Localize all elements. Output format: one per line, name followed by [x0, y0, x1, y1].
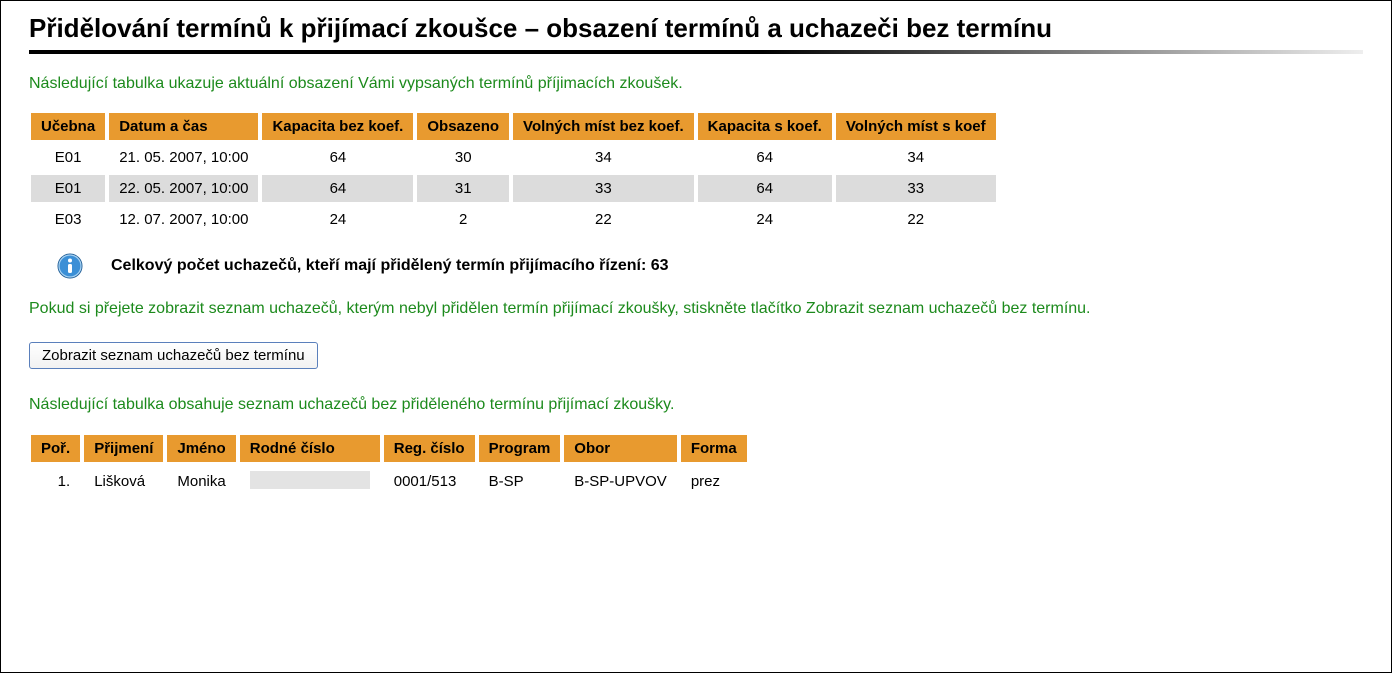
- cell-forma: prez: [679, 464, 749, 500]
- col-forma: Forma: [679, 433, 749, 464]
- cell-kap-s: 64: [696, 173, 834, 204]
- col-rc: Rodné číslo: [238, 433, 382, 464]
- cell-kap-bez: 64: [260, 142, 415, 173]
- applicants-table: Poř. Přijmení Jméno Rodné číslo Reg. čís…: [29, 433, 749, 500]
- cell-datum: 12. 07. 2007, 10:00: [107, 204, 260, 235]
- col-ucebna: Učebna: [29, 111, 107, 142]
- cell-kap-s: 24: [696, 204, 834, 235]
- table-row: E03 12. 07. 2007, 10:00 24 2 22 24 22: [29, 204, 998, 235]
- show-list-button[interactable]: Zobrazit seznam uchazečů bez termínu: [29, 342, 318, 369]
- capacity-table: Učebna Datum a čas Kapacita bez koef. Ob…: [29, 111, 998, 235]
- cell-obor: B-SP-UPVOV: [562, 464, 679, 500]
- cell-prijmeni: Lišková: [82, 464, 165, 500]
- table-row: 1. Lišková Monika 0001/513 B-SP B-SP-UPV…: [29, 464, 749, 500]
- cell-rc: [238, 464, 382, 500]
- cell-ucebna: E01: [29, 142, 107, 173]
- cell-vol-bez: 22: [511, 204, 696, 235]
- col-prijmeni: Přijmení: [82, 433, 165, 464]
- cell-datum: 22. 05. 2007, 10:00: [107, 173, 260, 204]
- col-por: Poř.: [29, 433, 82, 464]
- title-underline: [29, 50, 1363, 54]
- cell-vol-s: 22: [834, 204, 998, 235]
- cell-vol-bez: 33: [511, 173, 696, 204]
- cell-kap-bez: 24: [260, 204, 415, 235]
- col-kap-s: Kapacita s koef.: [696, 111, 834, 142]
- col-kap-bez: Kapacita bez koef.: [260, 111, 415, 142]
- cell-vol-s: 34: [834, 142, 998, 173]
- cell-por: 1.: [29, 464, 82, 500]
- col-vol-s: Volných míst s koef: [834, 111, 998, 142]
- cell-datum: 21. 05. 2007, 10:00: [107, 142, 260, 173]
- intro-text-2: Pokud si přejete zobrazit seznam uchazeč…: [29, 297, 1363, 320]
- cell-ucebna: E03: [29, 204, 107, 235]
- col-datum: Datum a čas: [107, 111, 260, 142]
- cell-vol-bez: 34: [511, 142, 696, 173]
- cell-obsazeno: 31: [415, 173, 511, 204]
- col-program: Program: [477, 433, 563, 464]
- cell-reg: 0001/513: [382, 464, 477, 500]
- cell-kap-s: 64: [696, 142, 834, 173]
- cell-obsazeno: 2: [415, 204, 511, 235]
- col-vol-bez: Volných míst bez koef.: [511, 111, 696, 142]
- intro-text-1: Následující tabulka ukazuje aktuální obs…: [29, 72, 1363, 95]
- cell-obsazeno: 30: [415, 142, 511, 173]
- cell-program: B-SP: [477, 464, 563, 500]
- intro-text-3: Následující tabulka obsahuje seznam ucha…: [29, 393, 1363, 416]
- table-row: E01 21. 05. 2007, 10:00 64 30 34 64 34: [29, 142, 998, 173]
- col-reg: Reg. číslo: [382, 433, 477, 464]
- cell-ucebna: E01: [29, 173, 107, 204]
- info-icon: [57, 253, 83, 279]
- col-jmeno: Jméno: [165, 433, 237, 464]
- col-obsazeno: Obsazeno: [415, 111, 511, 142]
- redacted-rc: [250, 471, 370, 489]
- info-total-count: Celkový počet uchazečů, kteří mají přidě…: [111, 257, 669, 275]
- cell-vol-s: 33: [834, 173, 998, 204]
- cell-jmeno: Monika: [165, 464, 237, 500]
- table-row: E01 22. 05. 2007, 10:00 64 31 33 64 33: [29, 173, 998, 204]
- col-obor: Obor: [562, 433, 679, 464]
- cell-kap-bez: 64: [260, 173, 415, 204]
- page-title: Přidělování termínů k přijímací zkoušce …: [29, 13, 1363, 44]
